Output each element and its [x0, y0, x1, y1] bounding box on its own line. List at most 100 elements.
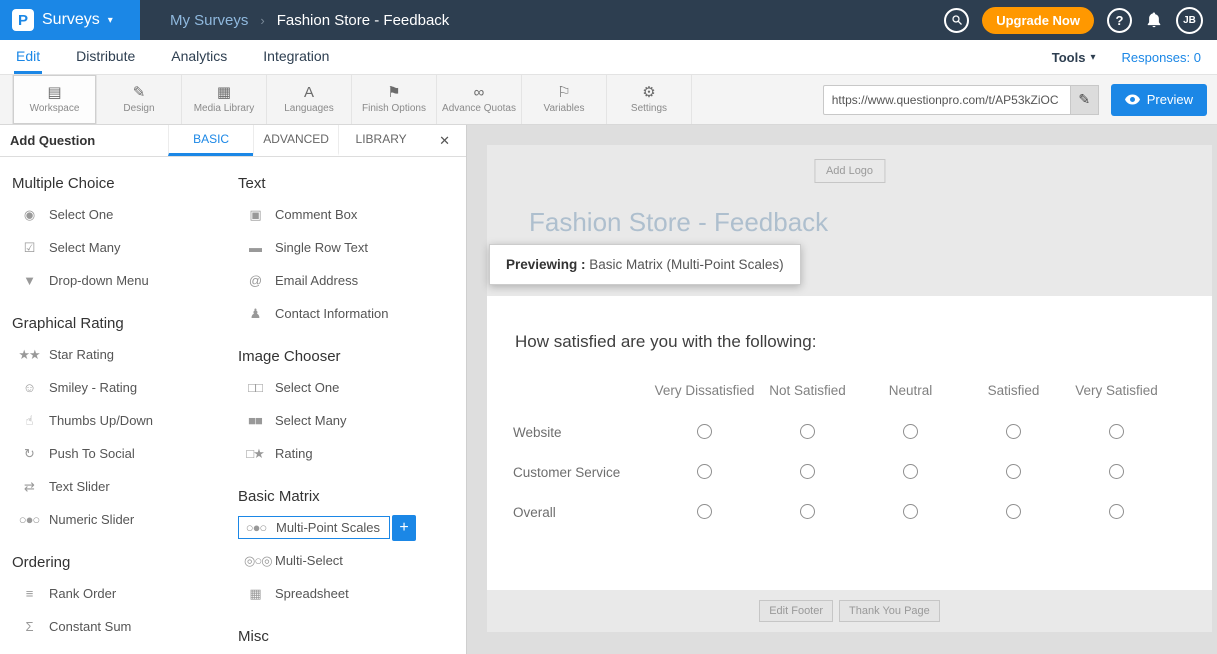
question-type-select-one[interactable]: □□Select One [238, 371, 464, 404]
question-type-smiley-rating[interactable]: ☺Smiley - Rating [12, 371, 238, 404]
question-type-contact-information[interactable]: ♟Contact Information [238, 297, 464, 330]
matrix-column-header-very-satisfied: Very Satisfied [1065, 368, 1168, 412]
radio-button[interactable] [1109, 424, 1124, 439]
edit-footer-button[interactable]: Edit Footer [759, 600, 833, 622]
settings-icon: ⚙ [642, 85, 655, 100]
tools-menu[interactable]: Tools▾ [1052, 50, 1096, 65]
content: Add Question BASICADVANCEDLIBRARY ✕ Mult… [0, 125, 1217, 654]
questionpro-app: P Surveys ▾ My Surveys › Fashion Store -… [0, 0, 1217, 654]
toolbar-item-languages[interactable]: ALanguages [267, 75, 352, 124]
breadcrumb-my-surveys[interactable]: My Surveys [170, 12, 248, 29]
tools-label: Tools [1052, 50, 1086, 65]
question-type-label: Rating [275, 446, 313, 461]
panel-tab-library[interactable]: LIBRARY [338, 125, 423, 156]
radio-button[interactable] [1006, 464, 1021, 479]
close-icon[interactable]: ✕ [423, 125, 466, 156]
image-select-one-icon: □□ [244, 380, 266, 395]
question-type-text-slider[interactable]: ⇄Text Slider [12, 470, 238, 503]
responses-count[interactable]: Responses: 0 [1122, 50, 1202, 65]
matrix-row-label: Customer Service [513, 452, 653, 492]
toolbar-item-design[interactable]: ✎Design [97, 75, 182, 124]
radio-button[interactable] [697, 464, 712, 479]
question-type-multi-point-scales[interactable]: ○●○Multi-Point Scales+ [238, 511, 464, 544]
question-type-select-one[interactable]: ◉Select One [12, 198, 238, 231]
matrix-row-label: Overall [513, 492, 653, 532]
user-avatar[interactable]: JB [1176, 7, 1203, 34]
radio-button[interactable] [800, 424, 815, 439]
breadcrumb-separator-icon: › [260, 13, 264, 28]
question-type-label: Spreadsheet [275, 586, 349, 601]
tab-distribute[interactable]: Distribute [74, 40, 137, 74]
radio-button[interactable] [697, 504, 712, 519]
select-one-icon: ◉ [18, 207, 40, 223]
panel-tab-advanced[interactable]: ADVANCED [253, 125, 338, 156]
thank-you-page-button[interactable]: Thank You Page [839, 600, 940, 622]
radio-button[interactable] [800, 464, 815, 479]
matrix-column-header-satisfied: Satisfied [962, 368, 1065, 412]
radio-button[interactable] [800, 504, 815, 519]
radio-button[interactable] [1006, 504, 1021, 519]
question-type-rank-order[interactable]: ≡Rank Order [12, 577, 238, 610]
section-title-ordering: Ordering [12, 554, 238, 571]
radio-button[interactable] [903, 464, 918, 479]
search-icon[interactable] [944, 8, 969, 33]
question-type-drop-down-menu[interactable]: ▼Drop-down Menu [12, 264, 238, 297]
toolbar-item-workspace[interactable]: ▤Workspace [12, 75, 97, 124]
topbar: P Surveys ▾ My Surveys › Fashion Store -… [0, 0, 1217, 40]
section-title-text: Text [238, 175, 464, 192]
question-type-numeric-slider[interactable]: ○●○Numeric Slider [12, 503, 238, 536]
radio-button[interactable] [1109, 504, 1124, 519]
question-type-item[interactable]: ⠿ [12, 643, 238, 654]
radio-button[interactable] [903, 424, 918, 439]
question-type-constant-sum[interactable]: ΣConstant Sum [12, 610, 238, 643]
question-type-select-many[interactable]: ☑Select Many [12, 231, 238, 264]
question-type-push-to-social[interactable]: ↻Push To Social [12, 437, 238, 470]
workspace-icon: ▤ [47, 85, 61, 100]
question-type-select-many[interactable]: ■■Select Many [238, 404, 464, 437]
topbar-actions: Upgrade Now ? JB [944, 7, 1217, 34]
question-type-label: Numeric Slider [49, 512, 134, 527]
matrix-row-website: Website [513, 412, 1168, 452]
question-type-single-row-text[interactable]: ▬Single Row Text [238, 231, 464, 264]
notifications-bell-icon[interactable] [1145, 11, 1163, 29]
radio-button[interactable] [903, 504, 918, 519]
panel-tab-basic[interactable]: BASIC [168, 125, 253, 156]
toolbar-item-settings[interactable]: ⚙Settings [607, 75, 692, 124]
tab-integration[interactable]: Integration [261, 40, 331, 74]
toolbar-item-advance-quotas[interactable]: ∞Advance Quotas [437, 75, 522, 124]
question-type-label: Smiley - Rating [49, 380, 137, 395]
tab-edit[interactable]: Edit [14, 40, 42, 74]
survey-nav: Edit Distribute Analytics Integration Tools… [0, 40, 1217, 75]
radio-button[interactable] [697, 424, 712, 439]
help-icon[interactable]: ? [1107, 8, 1132, 33]
matrix-row-overall: Overall [513, 492, 1168, 532]
panel-tabs: BASICADVANCEDLIBRARY [168, 125, 423, 156]
toolbar-items: ▤Workspace✎Design▦Media LibraryALanguage… [12, 75, 692, 124]
radio-button[interactable] [1109, 464, 1124, 479]
add-question-plus-button[interactable]: + [392, 515, 416, 541]
toolbar-item-variables[interactable]: ⚐Variables [522, 75, 607, 124]
survey-preview-area: Add Logo Fashion Store - Feedback Previe… [467, 125, 1217, 654]
radio-button[interactable] [1006, 424, 1021, 439]
question-type-spreadsheet[interactable]: ▦Spreadsheet [238, 577, 464, 610]
edit-url-pencil-icon[interactable]: ✎ [1071, 85, 1099, 115]
question-type-thumbs-up-down[interactable]: ☝Thumbs Up/Down [12, 404, 238, 437]
tab-analytics[interactable]: Analytics [169, 40, 229, 74]
question-type-star-rating[interactable]: ★★Star Rating [12, 338, 238, 371]
surveys-product-menu[interactable]: P Surveys ▾ [0, 0, 140, 40]
question-type-label: Drop-down Menu [49, 273, 149, 288]
multi-point-scales-icon: ○●○ [245, 520, 267, 535]
question-type-email-address[interactable]: @Email Address [238, 264, 464, 297]
breadcrumb-current-survey: Fashion Store - Feedback [277, 12, 450, 29]
survey-footer-buttons: Edit Footer Thank You Page [487, 600, 1212, 622]
question-type-rating[interactable]: □★Rating [238, 437, 464, 470]
toolbar-item-media-library[interactable]: ▦Media Library [182, 75, 267, 124]
survey-title[interactable]: Fashion Store - Feedback [529, 207, 828, 238]
question-type-comment-box[interactable]: ▣Comment Box [238, 198, 464, 231]
add-logo-button[interactable]: Add Logo [814, 159, 885, 183]
preview-button[interactable]: Preview [1111, 84, 1207, 116]
upgrade-now-button[interactable]: Upgrade Now [982, 7, 1094, 34]
toolbar-item-finish-options[interactable]: ⚑Finish Options [352, 75, 437, 124]
question-type-multi-select[interactable]: ◎○◎Multi-Select [238, 544, 464, 577]
survey-url-input[interactable] [823, 85, 1071, 115]
